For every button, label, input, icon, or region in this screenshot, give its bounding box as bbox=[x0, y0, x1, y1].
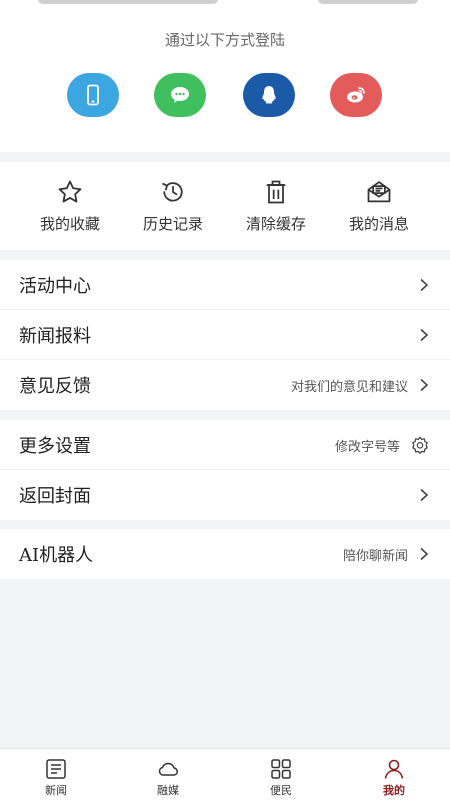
qq-login-button[interactable] bbox=[243, 73, 295, 117]
menu-item-title: AI机器人 bbox=[19, 545, 94, 566]
news-list-icon bbox=[46, 759, 66, 779]
menu-item-title: 新闻报料 bbox=[19, 325, 91, 347]
bottom-tab-bar: 新闻 融媒 便民 我的 bbox=[0, 748, 450, 800]
menu-group-2: 更多设置 修改字号等 返回封面 bbox=[0, 420, 450, 520]
tab-services[interactable]: 便民 bbox=[225, 749, 337, 800]
wechat-icon bbox=[171, 87, 189, 103]
clear-cache-button[interactable]: 清除缓存 bbox=[220, 162, 332, 250]
history-button[interactable]: 历史记录 bbox=[117, 162, 229, 250]
history-icon bbox=[162, 182, 183, 202]
login-section: 通过以下方式登陆 bbox=[0, 0, 450, 152]
person-icon bbox=[384, 759, 404, 779]
grid-icon bbox=[271, 759, 291, 779]
menu-item-back-to-cover[interactable]: 返回封面 bbox=[0, 470, 450, 520]
chevron-right-icon bbox=[420, 328, 429, 342]
menu-item-title: 意见反馈 bbox=[19, 376, 91, 397]
star-icon bbox=[58, 180, 82, 203]
menu-item-news-tip[interactable]: 新闻报料 bbox=[0, 310, 450, 360]
phone-icon bbox=[87, 84, 99, 106]
trash-icon bbox=[266, 180, 286, 204]
social-login-row bbox=[0, 73, 450, 117]
menu-item-title: 活动中心 bbox=[19, 275, 91, 297]
tab-mine[interactable]: 我的 bbox=[338, 749, 450, 800]
weibo-login-button[interactable] bbox=[330, 73, 382, 117]
tab-label: 融媒 bbox=[157, 784, 179, 797]
menu-item-hint: 对我们的意见和建议 bbox=[290, 379, 408, 395]
menu-item-ai-robot[interactable]: AI机器人 陪你聊新闻 bbox=[0, 529, 450, 579]
tab-media[interactable]: 融媒 bbox=[112, 749, 224, 800]
messages-button[interactable]: 我的消息 bbox=[323, 162, 435, 250]
tab-news[interactable]: 新闻 bbox=[0, 749, 112, 800]
wechat-login-button[interactable] bbox=[154, 73, 206, 117]
chevron-right-icon bbox=[420, 488, 429, 502]
cropped-header-remnant bbox=[0, 0, 450, 6]
quick-action-label: 我的消息 bbox=[348, 215, 409, 233]
menu-item-title: 更多设置 bbox=[19, 435, 91, 457]
tab-label: 我的 bbox=[383, 784, 405, 797]
quick-actions: 我的收藏 历史记录 清除缓存 我的消息 bbox=[0, 162, 450, 250]
favorites-button[interactable]: 我的收藏 bbox=[14, 162, 126, 250]
menu-item-feedback[interactable]: 意见反馈 对我们的意见和建议 bbox=[0, 360, 450, 410]
menu-item-hint: 陪你聊新闻 bbox=[342, 548, 408, 564]
menu-item-activity-center[interactable]: 活动中心 bbox=[0, 260, 450, 310]
menu-group-3: AI机器人 陪你聊新闻 bbox=[0, 529, 450, 579]
phone-login-button[interactable] bbox=[67, 73, 119, 117]
qq-icon bbox=[262, 86, 276, 104]
gear-icon bbox=[412, 436, 428, 454]
weibo-icon bbox=[347, 87, 365, 103]
chevron-right-icon bbox=[420, 547, 429, 561]
login-title: 通过以下方式登陆 bbox=[164, 31, 285, 49]
quick-action-label: 我的收藏 bbox=[39, 215, 100, 233]
menu-item-hint: 修改字号等 bbox=[334, 439, 400, 455]
menu-item-title: 返回封面 bbox=[19, 486, 91, 507]
chevron-right-icon bbox=[420, 378, 429, 392]
quick-action-label: 历史记录 bbox=[142, 215, 203, 233]
menu-group-1: 活动中心 新闻报料 意见反馈 对我们的意见和建议 bbox=[0, 260, 450, 410]
chevron-right-icon bbox=[420, 278, 429, 292]
quick-action-label: 清除缓存 bbox=[245, 215, 306, 233]
tab-label: 新闻 bbox=[45, 784, 67, 797]
menu-item-more-settings[interactable]: 更多设置 修改字号等 bbox=[0, 420, 450, 470]
mail-icon bbox=[367, 181, 391, 203]
cloud-icon bbox=[158, 762, 178, 776]
tab-label: 便民 bbox=[270, 784, 292, 797]
